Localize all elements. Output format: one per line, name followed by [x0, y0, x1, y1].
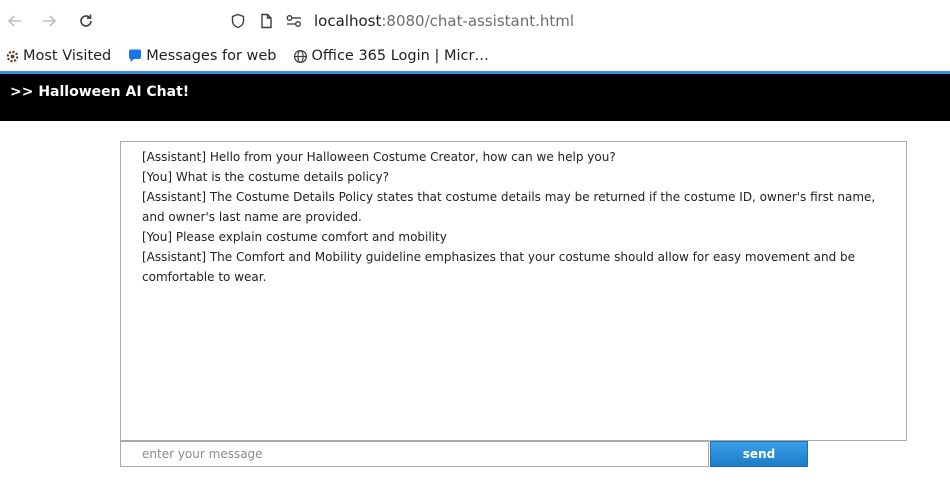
bookmarks-bar: Most Visited Messages for web Office 365… — [0, 42, 950, 70]
gear-icon — [4, 48, 20, 64]
forward-button[interactable] — [38, 10, 60, 32]
bookmark-office-365[interactable]: Office 365 Login | Micr… — [293, 48, 489, 64]
address-bar[interactable]: localhost:8080/chat-assistant.html — [228, 9, 574, 33]
url-text[interactable]: localhost:8080/chat-assistant.html — [314, 12, 574, 30]
chat-message: [Assistant] Hello from your Halloween Co… — [142, 150, 616, 164]
browser-toolbar: localhost:8080/chat-assistant.html — [0, 0, 950, 42]
chat-message: [Assistant] The Costume Details Policy s… — [142, 190, 876, 224]
bookmark-label: Office 365 Login | Micr… — [311, 48, 489, 64]
permissions-icon[interactable] — [284, 11, 304, 31]
arrow-left-icon — [7, 15, 21, 27]
bookmark-messages-for-web[interactable]: Messages for web — [127, 48, 277, 64]
back-button[interactable] — [4, 10, 26, 32]
bookmark-most-visited[interactable]: Most Visited — [4, 48, 111, 64]
bookmark-label: Messages for web — [146, 48, 277, 64]
page-title: >> Halloween AI Chat! — [10, 84, 190, 100]
chat-log-box[interactable]: [Assistant] Hello from your Halloween Co… — [120, 141, 907, 441]
message-input[interactable] — [120, 441, 709, 467]
url-path: :8080/chat-assistant.html — [381, 12, 575, 30]
url-host: localhost — [314, 12, 382, 30]
reload-icon — [80, 14, 92, 27]
chat-message: [You] Please explain costume comfort and… — [142, 230, 447, 244]
bookmark-label: Most Visited — [23, 48, 112, 64]
send-button[interactable]: send — [710, 441, 808, 467]
arrow-right-icon — [43, 15, 57, 27]
globe-icon — [293, 48, 309, 64]
chat-message: [Assistant] The Comfort and Mobility gui… — [142, 250, 855, 284]
chat-log: [Assistant] Hello from your Halloween Co… — [121, 142, 906, 287]
shield-icon[interactable] — [228, 11, 248, 31]
page-icon[interactable] — [256, 11, 276, 31]
messages-icon — [127, 48, 143, 64]
chat-message: [You] What is the costume details policy… — [142, 170, 389, 184]
page-header: >> Halloween AI Chat! — [0, 74, 950, 121]
reload-button[interactable] — [75, 10, 97, 32]
